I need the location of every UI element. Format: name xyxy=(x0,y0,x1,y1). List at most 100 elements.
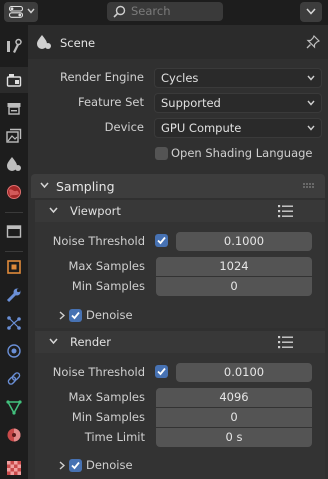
render-engine-dropdown[interactable]: Cycles xyxy=(154,68,322,88)
properties-content: Scene Render Engine Cycles Feature Set S… xyxy=(28,25,328,479)
search-placeholder: Search xyxy=(131,4,171,18)
scene-icon xyxy=(7,157,21,171)
tab-physics[interactable] xyxy=(0,338,28,364)
viewport-max-samples-label: Max Samples xyxy=(68,259,145,273)
particles-icon xyxy=(7,316,21,330)
search-input[interactable]: Search xyxy=(107,2,223,21)
render-subpanel-body: Noise Threshold 0.0100 Max Samples 4096 … xyxy=(35,353,325,479)
collection-icon xyxy=(6,225,22,238)
viewport-denoise-checkbox[interactable] xyxy=(69,309,82,322)
viewport-denoise-label: Denoise xyxy=(86,308,133,322)
chevron-down-icon xyxy=(306,8,316,15)
properties-tabs xyxy=(0,25,28,479)
wrench-icon xyxy=(6,288,21,303)
time-limit-field[interactable]: 0 s xyxy=(156,428,312,447)
chevron-down-icon xyxy=(49,338,58,345)
sampling-panel-header[interactable]: Sampling xyxy=(31,174,325,198)
render-min-samples-field[interactable]: 0 xyxy=(156,408,312,427)
render-max-samples-label: Max Samples xyxy=(68,390,145,404)
tab-material[interactable] xyxy=(0,422,28,448)
tool-icon xyxy=(7,38,22,53)
tab-render[interactable] xyxy=(0,67,28,93)
chevron-right-icon[interactable] xyxy=(59,311,65,320)
breadcrumb-label: Scene xyxy=(60,36,96,50)
tab-tool[interactable] xyxy=(0,33,28,59)
feature-set-label: Feature Set xyxy=(78,95,144,109)
texture-icon xyxy=(7,461,21,475)
osl-checkbox[interactable] xyxy=(155,147,168,160)
checkmark-icon xyxy=(71,311,80,320)
editor-type-selector[interactable] xyxy=(4,2,38,22)
render-noise-threshold-checkbox[interactable] xyxy=(155,365,168,378)
drag-handle-icon[interactable] xyxy=(303,183,315,189)
material-icon xyxy=(7,428,21,442)
chevron-down-icon xyxy=(307,75,315,81)
render-noise-threshold-label: Noise Threshold xyxy=(52,365,145,379)
render-denoise-label: Denoise xyxy=(86,458,133,472)
feature-set-value: Supported xyxy=(161,96,221,110)
presets-list-icon[interactable] xyxy=(278,335,294,349)
world-icon xyxy=(7,185,21,199)
chevron-down-icon xyxy=(27,8,35,14)
tab-texture[interactable] xyxy=(0,455,28,479)
sampling-title: Sampling xyxy=(56,179,115,194)
physics-icon xyxy=(7,344,21,358)
chevron-right-icon[interactable] xyxy=(59,461,65,470)
tab-particles[interactable] xyxy=(0,310,28,336)
constraints-icon xyxy=(7,372,21,385)
tab-output[interactable] xyxy=(0,95,28,121)
render-denoise-checkbox[interactable] xyxy=(69,459,82,472)
render-title: Render xyxy=(70,335,111,349)
tab-modifiers[interactable] xyxy=(0,282,28,308)
device-dropdown[interactable]: GPU Compute xyxy=(154,118,322,138)
editor-header: Search xyxy=(0,0,328,25)
render-icon xyxy=(6,74,22,87)
osl-label: Open Shading Language xyxy=(171,146,313,160)
viewport-max-samples-field[interactable]: 1024 xyxy=(156,257,312,276)
scene-icon xyxy=(37,35,51,49)
object-icon xyxy=(7,260,21,274)
render-noise-threshold-field[interactable]: 0.0100 xyxy=(176,363,312,382)
viewport-subpanel-body: Noise Threshold 0.1000 Max Samples 1024 … xyxy=(35,222,325,328)
tab-constraints[interactable] xyxy=(0,366,28,392)
chevron-down-icon xyxy=(307,100,315,106)
viewport-min-samples-field[interactable]: 0 xyxy=(156,277,312,296)
tab-object[interactable] xyxy=(0,254,28,280)
feature-set-dropdown[interactable]: Supported xyxy=(154,93,322,113)
presets-list-icon[interactable] xyxy=(278,204,294,218)
viewport-noise-threshold-field[interactable]: 0.1000 xyxy=(176,232,312,251)
tab-data[interactable] xyxy=(0,394,28,420)
tab-scene[interactable] xyxy=(0,151,28,177)
render-max-samples-field[interactable]: 4096 xyxy=(156,388,312,407)
render-subpanel-header[interactable]: Render xyxy=(35,331,325,353)
options-button[interactable] xyxy=(300,2,322,22)
pin-icon[interactable] xyxy=(306,35,320,49)
tab-view-layer[interactable] xyxy=(0,123,28,149)
chevron-down-icon xyxy=(307,125,315,131)
viewport-title: Viewport xyxy=(70,204,121,218)
viewport-subpanel-header[interactable]: Viewport xyxy=(35,200,325,222)
checkmark-icon xyxy=(157,236,166,245)
chevron-down-icon xyxy=(40,182,49,189)
viewport-noise-threshold-checkbox[interactable] xyxy=(155,234,168,247)
viewport-noise-threshold-label: Noise Threshold xyxy=(52,234,145,248)
tab-separator xyxy=(5,251,23,252)
chevron-down-icon xyxy=(49,207,58,214)
render-engine-label: Render Engine xyxy=(59,70,144,84)
device-label: Device xyxy=(104,120,144,134)
breadcrumb: Scene xyxy=(28,25,328,59)
tab-collection[interactable] xyxy=(0,218,28,244)
search-icon xyxy=(113,5,126,18)
checkmark-icon xyxy=(157,367,166,376)
mesh-data-icon xyxy=(6,400,22,415)
tab-separator xyxy=(5,212,23,213)
properties-editor-icon xyxy=(9,6,23,18)
render-engine-value: Cycles xyxy=(161,71,199,85)
tab-world[interactable] xyxy=(0,179,28,205)
output-icon xyxy=(7,103,21,115)
device-value: GPU Compute xyxy=(161,121,242,135)
checkmark-icon xyxy=(71,461,80,470)
render-min-samples-label: Min Samples xyxy=(71,410,145,424)
view-layer-icon xyxy=(6,128,22,143)
viewport-min-samples-label: Min Samples xyxy=(71,279,145,293)
